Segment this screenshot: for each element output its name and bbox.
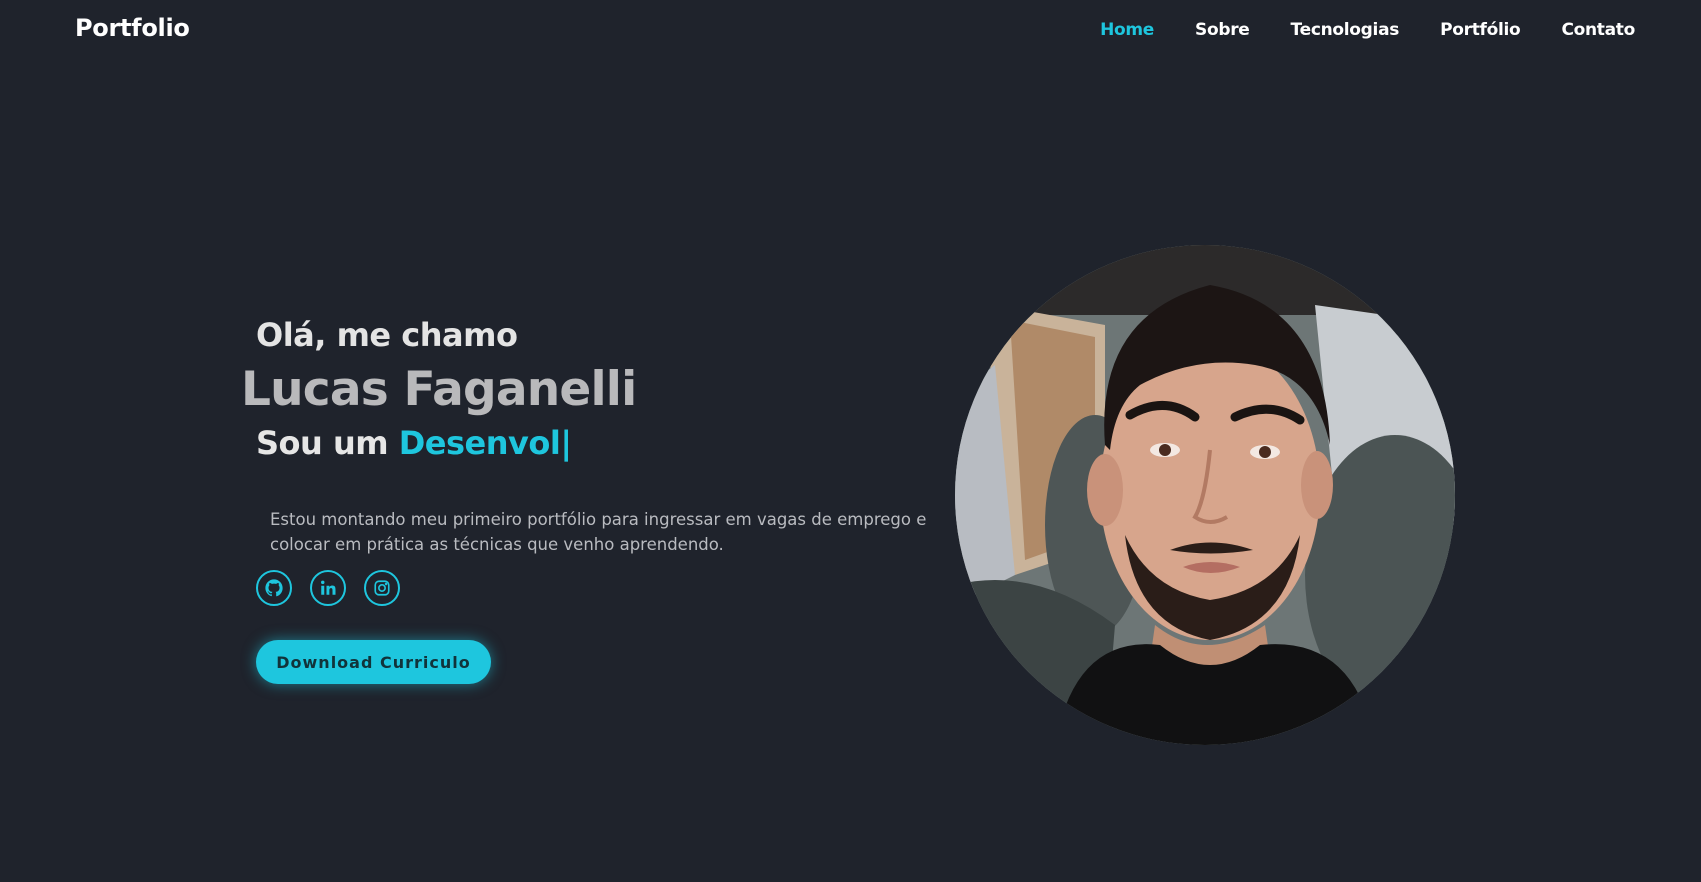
role-prefix: Sou um [256,424,389,462]
instagram-icon [373,579,391,597]
social-links [256,570,400,606]
hero-greeting: Olá, me chamo [256,316,518,354]
typing-cursor: | [560,424,572,462]
github-icon [265,579,283,597]
profile-photo [955,245,1455,745]
hero-section: Olá, me chamo Lucas Faganelli Sou um Des… [0,0,1701,882]
github-link[interactable] [256,570,292,606]
hero-name: Lucas Faganelli [241,362,637,417]
hero-role: Sou um Desenvol| [256,424,572,462]
role-typed-text: Desenvol [398,424,561,462]
instagram-link[interactable] [364,570,400,606]
hero-intro: Estou montando meu primeiro portfólio pa… [270,509,927,554]
download-cv-button[interactable]: Download Curriculo [256,640,491,684]
linkedin-icon [319,579,337,597]
linkedin-link[interactable] [310,570,346,606]
